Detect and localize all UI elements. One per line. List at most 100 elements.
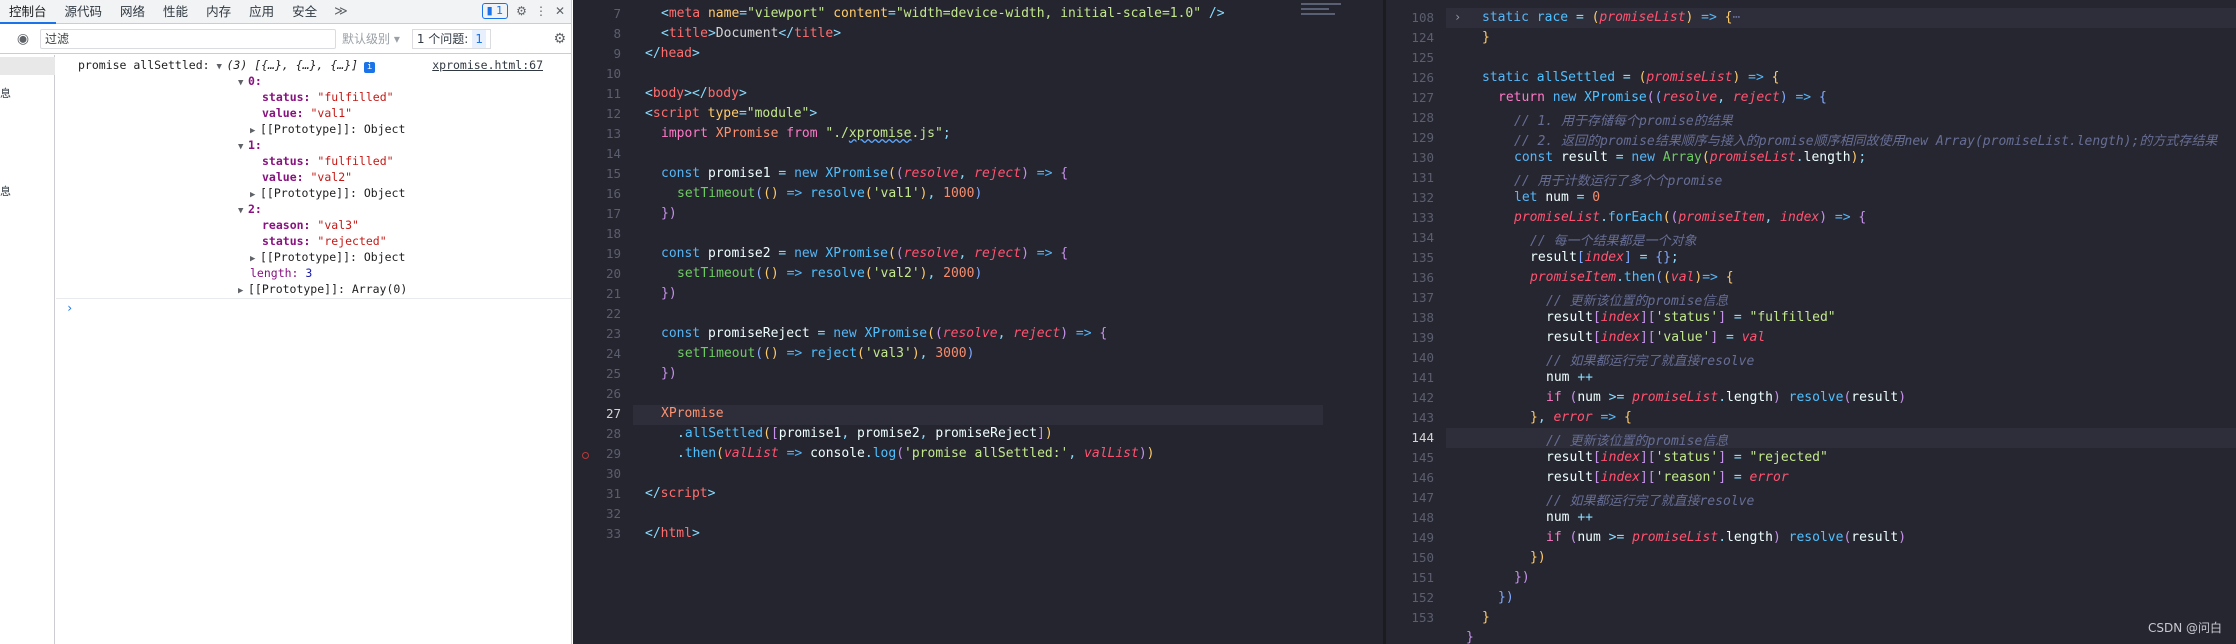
line-number: 146 (1411, 470, 1434, 485)
editor-right[interactable]: › 108 124 125 126 127 128 129 130 131 132 133 134 13… (1386, 0, 2236, 644)
line-number: 14 (605, 146, 621, 161)
code-comment: // 如果都运行完了就直接resolve (1546, 354, 1755, 369)
settings-gear-icon[interactable]: ⚙ (516, 4, 527, 18)
tab-performance[interactable]: 性能 (154, 0, 197, 24)
line-number: 133 (1411, 210, 1434, 225)
code-comment: // 如果都运行完了就直接resolve (1546, 494, 1755, 509)
line-number: 149 (1411, 530, 1434, 545)
entry-2-prototype[interactable]: ▶ [[Prototype]]: Object (250, 249, 405, 265)
console-output: promise allSettled: ▼ (3) [{…}, {…}, {…}]… (56, 55, 571, 644)
code-comment: // 每一个结果都是一个对象 (1530, 234, 1697, 249)
entry-2-toggle[interactable]: ▼ 2: (238, 201, 262, 217)
tab-sources[interactable]: 源代码 (56, 0, 112, 24)
close-icon[interactable]: ✕ (555, 4, 565, 18)
line-number: 15 (605, 166, 621, 181)
line-number: 22 (605, 306, 621, 321)
line-number: 24 (605, 346, 621, 361)
line-number: 21 (605, 286, 621, 301)
tab-security[interactable]: 安全 (283, 0, 326, 24)
line-number: 135 (1411, 250, 1434, 265)
code-comment: // 2. 返回的promise结果顺序与接入的promise顺序相同故使用ne… (1514, 134, 2218, 149)
line-number: 138 (1411, 310, 1434, 325)
console-sidebar: 息 息 (0, 55, 55, 644)
kebab-menu-icon[interactable]: ⋮ (535, 4, 547, 18)
line-number: 25 (605, 366, 621, 381)
tab-network[interactable]: 网络 (111, 0, 154, 24)
info-icon: i (364, 62, 376, 73)
sidebar-item-info[interactable]: 息 (0, 85, 11, 101)
code-line: }) (661, 366, 677, 381)
line-number: 147 (1411, 490, 1434, 505)
code-line: static allSettled = (promiseList) => { (1482, 70, 1780, 85)
sidebar-item-info-2[interactable]: 息 (0, 183, 11, 199)
fold-arrow-icon[interactable]: › (1454, 10, 1461, 24)
line-number: 32 (605, 506, 621, 521)
code-line: }, error => { (1530, 410, 1632, 425)
code-line: const promiseReject = new XPromise((reso… (661, 326, 1108, 341)
line-number: 31 (605, 486, 621, 501)
code-line: result[index]['value'] = val (1546, 330, 1766, 345)
filter-input[interactable]: 过滤 (40, 28, 336, 49)
issues-label: 1 个问题: (416, 31, 469, 46)
log-level-select[interactable]: 默认级别 ▾ (342, 30, 400, 47)
code-comment: // 用于计数运行了多个个promise (1514, 174, 1723, 189)
console-filter-bar: ◉ 过滤 默认级别 ▾ 1 个问题: 1 ⚙ (0, 24, 572, 54)
tab-console[interactable]: 控制台 (0, 0, 56, 24)
tab-application[interactable]: 应用 (240, 0, 283, 24)
log-summary: (3) [{…}, {…}, {…}] (226, 58, 359, 72)
code-line: } (1482, 610, 1490, 625)
line-number: 136 (1411, 270, 1434, 285)
console-divider (56, 298, 571, 299)
line-number: 127 (1411, 90, 1434, 105)
array-length: length: 3 (250, 266, 313, 280)
console-prompt-icon[interactable]: › (66, 301, 73, 315)
line-number: 148 (1411, 510, 1434, 525)
line-number: 13 (605, 126, 621, 141)
entry-2-reason: reason: "val3" (262, 218, 359, 232)
devtools-toolbar-right: ▮ 1 ⚙ ⋮ ✕ (481, 3, 565, 19)
array-prototype[interactable]: ▶ [[Prototype]]: Array(0) (238, 281, 407, 297)
line-number: 26 (605, 386, 621, 401)
entry-1-toggle[interactable]: ▼ 1: (238, 137, 262, 153)
sidebar-selected-item[interactable] (0, 57, 55, 75)
source-link[interactable]: xpromise.html:67 (432, 58, 543, 72)
code-line: XPromise (661, 406, 724, 421)
line-number: 131 (1411, 170, 1434, 185)
code-line: setTimeout(() => resolve('val2'), 2000) (677, 266, 983, 281)
console-log-line[interactable]: promise allSettled: ▼ (3) [{…}, {…}, {…}]… (78, 57, 376, 73)
line-number: 16 (605, 186, 621, 201)
issues-button[interactable]: 1 个问题: 1 (411, 28, 491, 49)
line-number: 10 (605, 66, 621, 81)
code-line: result[index]['status'] = "rejected" (1546, 450, 1828, 465)
code-line: </head> (645, 46, 700, 61)
issues-badge[interactable]: ▮ 1 (481, 3, 509, 19)
entry-1-prototype[interactable]: ▶ [[Prototype]]: Object (250, 185, 405, 201)
line-number: 33 (605, 526, 621, 541)
minimap[interactable] (1301, 0, 1361, 40)
eye-icon[interactable]: ◉ (12, 31, 34, 47)
code-comment: // 1. 用于存储每个promise的结果 (1514, 114, 1733, 129)
code-line: <body></body> (645, 86, 747, 101)
code-line: } (1482, 30, 1490, 45)
line-number: 12 (605, 106, 621, 121)
entry-0-prototype[interactable]: ▶ [[Prototype]]: Object (250, 121, 405, 137)
line-number: 128 (1411, 110, 1434, 125)
line-number: 142 (1411, 390, 1434, 405)
line-number: 11 (605, 86, 621, 101)
code-line: promiseItem.then((val)=> { (1530, 270, 1734, 285)
line-number: 144 (1411, 430, 1434, 445)
line-number: 23 (605, 326, 621, 341)
editor-left[interactable]: 7 8 9 10 11 12 13 14 15 16 17 18 19 20 21 22 23 24 25 26 27 2… (573, 0, 1383, 644)
tab-memory[interactable]: 内存 (197, 0, 240, 24)
code-line: }) (1498, 590, 1514, 605)
console-settings-gear-icon[interactable]: ⚙ (553, 31, 566, 47)
code-comment: // 更新该位置的promise信息 (1546, 294, 1729, 309)
line-number: 140 (1411, 350, 1434, 365)
code-line: }) (661, 206, 677, 221)
entry-2-status: status: "rejected" (262, 234, 387, 248)
entry-1-status: status: "fulfilled" (262, 154, 394, 168)
line-number: 17 (605, 206, 621, 221)
entry-0-toggle[interactable]: ▼ 0: (238, 73, 262, 89)
line-number: 132 (1411, 190, 1434, 205)
more-tabs-icon[interactable]: ≫ (326, 4, 356, 19)
